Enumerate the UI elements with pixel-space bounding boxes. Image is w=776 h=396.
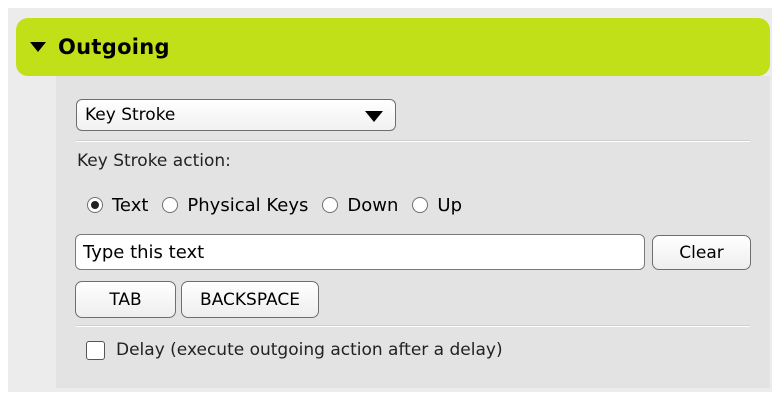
tab-key-button[interactable]: TAB: [75, 281, 176, 318]
radio-down[interactable]: Down: [322, 195, 398, 216]
keystroke-mode-group: Text Physical Keys Down Up: [87, 191, 476, 219]
divider: [76, 140, 750, 142]
divider: [76, 325, 750, 327]
radio-text[interactable]: Text: [87, 195, 148, 216]
radio-unselected-icon[interactable]: [322, 197, 339, 213]
delay-checkbox[interactable]: [86, 341, 105, 360]
radio-label[interactable]: Text: [112, 195, 148, 216]
radio-unselected-icon[interactable]: [412, 197, 429, 213]
radio-label[interactable]: Down: [347, 195, 398, 216]
section-title: Outgoing: [58, 35, 170, 59]
outgoing-section-header[interactable]: Outgoing: [16, 18, 770, 76]
disclosure-triangle-icon[interactable]: [30, 42, 46, 52]
keystroke-text-input[interactable]: [75, 234, 645, 270]
delay-label[interactable]: Delay (execute outgoing action after a d…: [116, 340, 503, 360]
radio-label[interactable]: Up: [437, 195, 462, 216]
action-type-select[interactable]: Key Stroke: [76, 99, 396, 131]
radio-label[interactable]: Physical Keys: [187, 195, 308, 216]
backspace-key-button[interactable]: BACKSPACE: [181, 281, 319, 318]
radio-physical-keys[interactable]: Physical Keys: [162, 195, 308, 216]
dropdown-arrow-icon: [365, 111, 383, 122]
clear-button[interactable]: Clear: [652, 235, 751, 270]
keystroke-action-label: Key Stroke action:: [77, 151, 231, 171]
radio-up[interactable]: Up: [412, 195, 462, 216]
action-type-value: Key Stroke: [85, 105, 176, 125]
radio-unselected-icon[interactable]: [162, 197, 179, 213]
radio-selected-icon[interactable]: [87, 197, 103, 213]
